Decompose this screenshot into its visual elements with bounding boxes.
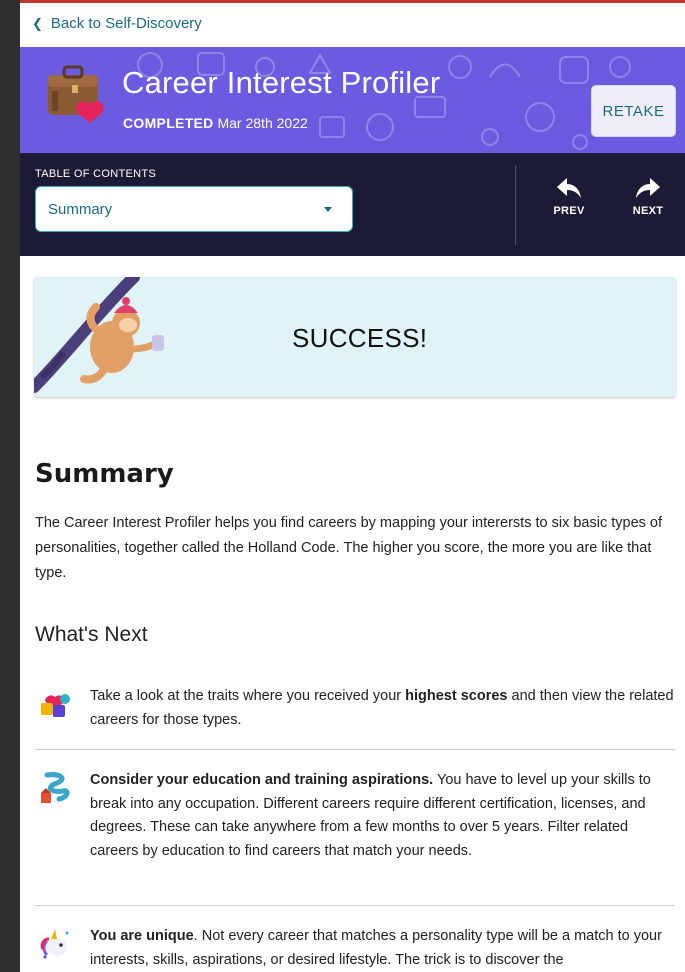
prev-label: PREV [553,205,585,217]
list-item-text: Take a look at the traits where you rece… [90,685,675,732]
caret-down-icon [324,207,332,212]
sloth-illustration [34,277,164,393]
whats-next-heading: What's Next [35,623,148,646]
unicorn-icon [40,929,69,959]
reply-arrow-right-icon [636,178,660,198]
list-item-text: Consider your education and training asp… [90,769,675,863]
next-button[interactable]: NEXT [623,177,673,217]
item-text-part: Take a look at the traits where you rece… [90,688,406,704]
completion-status: COMPLETED Mar 28th 2022 [123,115,308,131]
toc-select[interactable]: Summary [35,186,353,232]
toc-divider [515,165,516,245]
summary-heading: Summary [35,459,174,489]
main-content: ❮ Back to Self-Discovery Career Interest… [20,3,685,972]
briefcase-heart-icon [48,65,104,123]
item-text-bold: Consider your education and training asp… [90,772,434,788]
list-divider [35,749,675,750]
completion-date: Mar 28th 2022 [217,115,308,131]
header-banner: Career Interest Profiler COMPLETED Mar 2… [20,47,685,153]
chevron-left-icon: ❮ [32,15,43,31]
completed-badge: COMPLETED [123,115,214,131]
puzzle-hearts-icon [41,694,70,717]
toc-label: TABLE OF CONTENTS [35,168,157,180]
list-divider [35,905,675,906]
item-text-bold: You are unique [90,928,194,944]
retake-button[interactable]: RETAKE [591,85,676,137]
item-text-bold: highest scores [405,688,508,704]
prev-button[interactable]: PREV [544,177,594,217]
success-card: SUCCESS! [34,277,676,397]
next-label: NEXT [632,205,664,217]
toc-selected-value: Summary [48,200,113,218]
left-gutter [0,0,20,972]
back-link-label: Back to Self-Discovery [50,15,202,32]
table-of-contents-bar: TABLE OF CONTENTS Summary PREV NEXT [20,153,685,256]
list-item-text: You are unique. Not every career that ma… [90,925,675,972]
back-to-self-discovery-link[interactable]: ❮ Back to Self-Discovery [32,15,202,32]
success-message: SUCCESS! [292,323,428,353]
summary-body: The Career Interest Profiler helps you f… [35,515,663,581]
education-ladder-icon [41,772,70,803]
page-title: Career Interest Profiler [122,65,441,100]
reply-arrow-left-icon [557,178,581,198]
